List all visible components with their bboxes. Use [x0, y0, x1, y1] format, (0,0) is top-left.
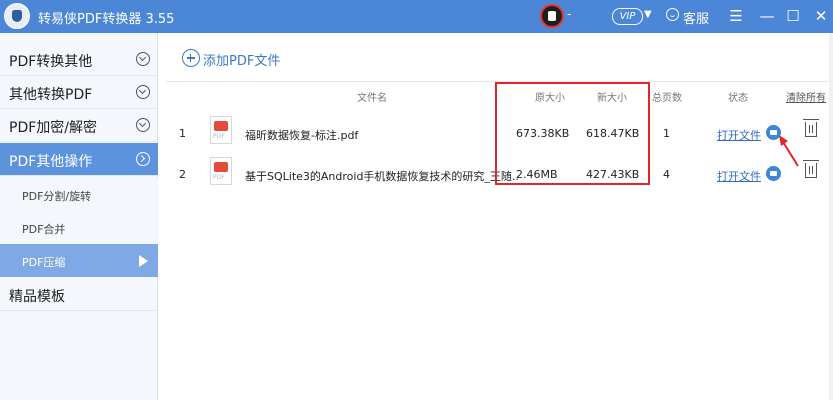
sidebar-subitem-label: PDF分割/旋转: [22, 190, 92, 203]
user-avatar[interactable]: [540, 4, 564, 28]
main-panel: 添加PDF文件 文件名 原大小 新大小 总页数 状态 清除所有 1 福昕数据恢复…: [166, 33, 833, 400]
sidebar: PDF转换其他 其他转换PDF PDF加密/解密 PDF其他操作 PDF分割/旋…: [0, 33, 158, 400]
vip-badge[interactable]: VIP: [612, 8, 643, 25]
chevron-down-icon: [136, 118, 150, 132]
close-button[interactable]: ✕: [808, 4, 833, 28]
maximize-button[interactable]: ☐: [780, 4, 806, 28]
sidebar-item-label: 精品模板: [9, 289, 65, 305]
headset-icon[interactable]: [666, 8, 679, 21]
vertical-scrollbar[interactable]: [829, 33, 833, 400]
sidebar-item-label: 其他转换PDF: [9, 87, 93, 103]
title-bar: 转易侠PDF转换器 3.55 - VIP ▼ 客服 ☰ — ☐ ✕: [0, 0, 833, 33]
sidebar-item-pdf-other-ops[interactable]: PDF其他操作: [0, 143, 158, 176]
red-arrow-annotation: [779, 135, 799, 167]
file-name: 福昕数据恢复-标注.pdf: [245, 129, 359, 142]
sidebar-item-templates[interactable]: 精品模板: [0, 278, 158, 311]
folder-icon[interactable]: [766, 166, 781, 181]
sidebar-subitem-compress[interactable]: PDF压缩: [0, 244, 158, 277]
sidebar-item-label: PDF其他操作: [9, 154, 93, 170]
sidebar-subitem-label: PDF合并: [22, 223, 66, 236]
menu-button[interactable]: ☰: [723, 4, 749, 28]
sidebar-item-pdf-to-other[interactable]: PDF转换其他: [0, 43, 158, 76]
clear-all-button[interactable]: 清除所有: [786, 89, 826, 104]
app-title: 转易侠PDF转换器 3.55: [38, 12, 175, 27]
minimize-button[interactable]: —: [754, 4, 780, 28]
trash-icon[interactable]: [803, 160, 819, 178]
add-pdf-label: 添加PDF文件: [203, 54, 281, 69]
customer-service-button[interactable]: 客服: [683, 8, 709, 27]
arrow-right-icon: [139, 255, 148, 267]
size-highlight-box: [495, 82, 650, 185]
sidebar-subitem-split-rotate[interactable]: PDF分割/旋转: [0, 178, 158, 211]
sidebar-item-label: PDF加密/解密: [9, 120, 97, 136]
open-file-link[interactable]: 打开文件: [717, 168, 761, 184]
sidebar-subitem-merge[interactable]: PDF合并: [0, 211, 158, 244]
row-index: 1: [179, 127, 186, 140]
pdf-file-icon: [210, 116, 232, 144]
sidebar-item-label: PDF转换其他: [9, 54, 93, 70]
chevron-down-icon[interactable]: ▼: [644, 9, 652, 20]
page-count: 1: [663, 127, 670, 140]
chevron-down-icon: [136, 85, 150, 99]
user-name[interactable]: -: [567, 7, 571, 21]
open-file-link[interactable]: 打开文件: [717, 127, 761, 143]
trash-icon[interactable]: [803, 119, 819, 137]
column-header-status: 状态: [728, 93, 748, 104]
file-name: 基于SQLite3的Android手机数据恢复技术的研究_王随..: [245, 170, 519, 183]
sidebar-item-encrypt[interactable]: PDF加密/解密: [0, 109, 158, 142]
sidebar-item-other-to-pdf[interactable]: 其他转换PDF: [0, 76, 158, 109]
column-header-pages: 总页数: [652, 93, 682, 104]
app-logo-icon: [4, 3, 30, 29]
plus-circle-icon: [182, 49, 200, 67]
page-count: 4: [663, 168, 670, 181]
pdf-file-icon: [210, 157, 232, 185]
column-header-filename: 文件名: [357, 93, 387, 104]
sidebar-subitem-label: PDF压缩: [22, 256, 66, 269]
chevron-right-icon: [136, 152, 150, 166]
row-index: 2: [179, 168, 186, 181]
chevron-down-icon: [136, 52, 150, 66]
